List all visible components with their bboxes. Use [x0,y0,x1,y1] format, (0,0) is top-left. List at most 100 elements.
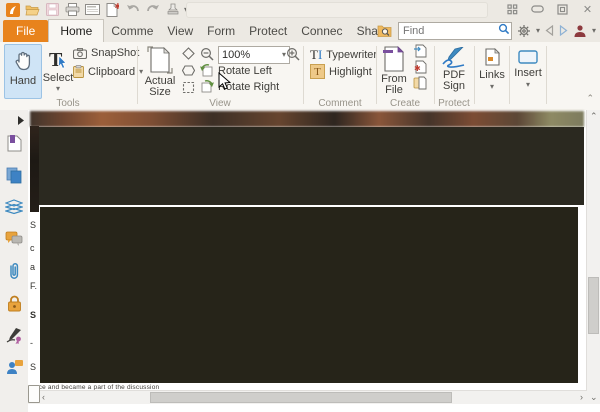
new-document-icon[interactable]: ✱ [104,2,121,17]
user-account-icon[interactable] [573,24,587,37]
group-label-view: View [209,98,231,109]
collapse-ribbon-icon[interactable]: ⌃ [586,93,594,104]
horizontal-scrollbar-thumb[interactable] [150,392,452,403]
print-icon[interactable] [64,2,81,17]
clipboard-button[interactable]: Clipboard ▾ [73,65,143,78]
select-dropdown-caret: ▾ [55,84,60,93]
links-button[interactable]: Links ▾ [476,44,508,104]
redo-icon[interactable] [144,2,161,17]
typewriter-button[interactable]: TI Typewriter [310,47,377,63]
photo-left-sliver [30,126,39,212]
tab-view[interactable]: View [160,20,200,42]
settings-dropdown-caret[interactable]: ▾ [536,26,540,35]
undo-icon[interactable] [124,2,141,17]
minimize-button[interactable] [531,3,544,15]
highlight-label: Highlight [329,65,372,78]
window-title-area [186,2,488,18]
select-icon: T [47,48,69,72]
rotate-left-button[interactable]: Rotate Left [200,64,272,77]
restore-button[interactable] [556,3,569,15]
group-label-comment: Comment [318,98,362,109]
settings-gear-icon[interactable] [517,24,531,38]
comments-icon[interactable] [5,230,23,248]
snapshot-camera-icon [73,47,87,59]
tab-form[interactable]: Form [200,20,242,42]
from-file-button[interactable]: From File [377,44,411,102]
stamp-icon[interactable] [164,2,181,17]
hand-tool-button[interactable]: Hand [4,44,42,99]
hand-tool-label: Hand [9,75,37,87]
document-pane[interactable]: S c a F. S - S ence and became a part of… [28,110,600,412]
email-send-icon[interactable] [84,2,101,17]
pdf-sign-icon [441,47,467,69]
group-label-protect: Protect [438,98,470,109]
app-grid-icon[interactable] [506,3,519,15]
group-tools: Hand T Select ▾ SnapShot Clipboard ▾ Too… [0,42,143,110]
actual-size-label: Actual Size [144,75,176,98]
snapshot-button[interactable]: SnapShot [73,47,139,59]
snapshot-label: SnapShot [91,47,140,59]
page-drag-indicator [28,385,40,403]
insert-icon [518,50,538,64]
save-icon[interactable] [44,2,61,17]
rotate-right-label: Rotate Right [218,80,280,93]
highlight-button[interactable]: T Highlight [310,64,372,79]
scroll-up-icon[interactable]: ⌃ [590,110,598,123]
scroll-left-icon[interactable]: ‹ [42,391,45,404]
layers-icon[interactable] [5,198,23,216]
group-label-tools: Tools [56,98,80,109]
digital-signatures-icon[interactable] [5,326,23,344]
search-folder-icon[interactable] [377,24,393,37]
forward-icon[interactable] [559,25,568,36]
back-icon[interactable] [545,25,554,36]
horizontal-scrollbar[interactable]: ‹ › [28,385,587,404]
open-file-icon[interactable] [24,2,41,17]
select-tool-button[interactable]: T Select ▾ [42,44,74,102]
user-dropdown-caret[interactable]: ▾ [592,26,596,35]
tab-protect[interactable]: Protect [242,20,294,42]
pdf-sign-button[interactable]: PDF Sign [436,44,472,102]
zoom-in-icon[interactable] [286,47,301,62]
insert-label: Insert [514,67,542,79]
text-fragment: c [30,243,35,253]
text-fragment: S [30,310,37,320]
insert-button[interactable]: Insert ▾ [511,44,545,104]
links-icon [484,48,500,66]
svg-text:✱: ✱ [414,64,421,73]
dark-image-block-lower [40,207,578,383]
scroll-right-icon[interactable]: › [580,391,583,404]
vertical-scrollbar[interactable]: ⌃ ⌄ [586,110,600,404]
actual-size-button[interactable]: Actual Size [140,44,180,104]
security-icon[interactable] [5,294,23,312]
ribbon-home: Hand T Select ▾ SnapShot Clipboard ▾ Too… [0,42,600,111]
bookmarks-icon[interactable] [5,134,23,152]
text-fragment: S [30,362,37,372]
close-button[interactable]: ✕ [581,3,594,16]
shared-review-icon[interactable] [5,358,23,376]
tab-comment[interactable]: Comme [104,20,160,42]
tab-connect[interactable]: Connec [294,20,349,42]
sidebar-expand-arrow-icon[interactable] [17,116,24,125]
create-from-clipboard-icon[interactable] [413,76,427,90]
tab-file[interactable]: File [3,20,49,42]
fit-visible-icon[interactable] [182,81,195,94]
zoom-level-combobox[interactable]: 100% ▾ [218,46,290,64]
zoom-out-icon[interactable] [200,47,215,62]
attachments-icon[interactable] [5,262,23,280]
create-blank-icon[interactable]: ✱ [413,60,427,74]
vertical-scrollbar-thumb[interactable] [588,277,599,334]
document-photo-strip [30,111,584,127]
scroll-down-icon[interactable]: ⌄ [590,391,598,404]
fit-page-icon[interactable] [182,47,195,60]
find-input[interactable] [397,22,512,40]
tab-home[interactable]: Home [48,19,105,42]
create-from-scanner-icon[interactable] [413,44,427,58]
find-magnifier-icon[interactable] [498,23,510,35]
fit-width-icon[interactable] [182,64,195,77]
group-view: Actual Size 100% ▾ Rotate Left Rotate Ri… [138,42,302,110]
rotate-right-button[interactable]: Rotate Right [200,80,279,93]
actual-size-icon [147,46,173,74]
page-thumbnails-icon[interactable] [5,166,23,184]
rotate-left-icon [200,64,214,77]
text-fragment: - [30,338,33,348]
